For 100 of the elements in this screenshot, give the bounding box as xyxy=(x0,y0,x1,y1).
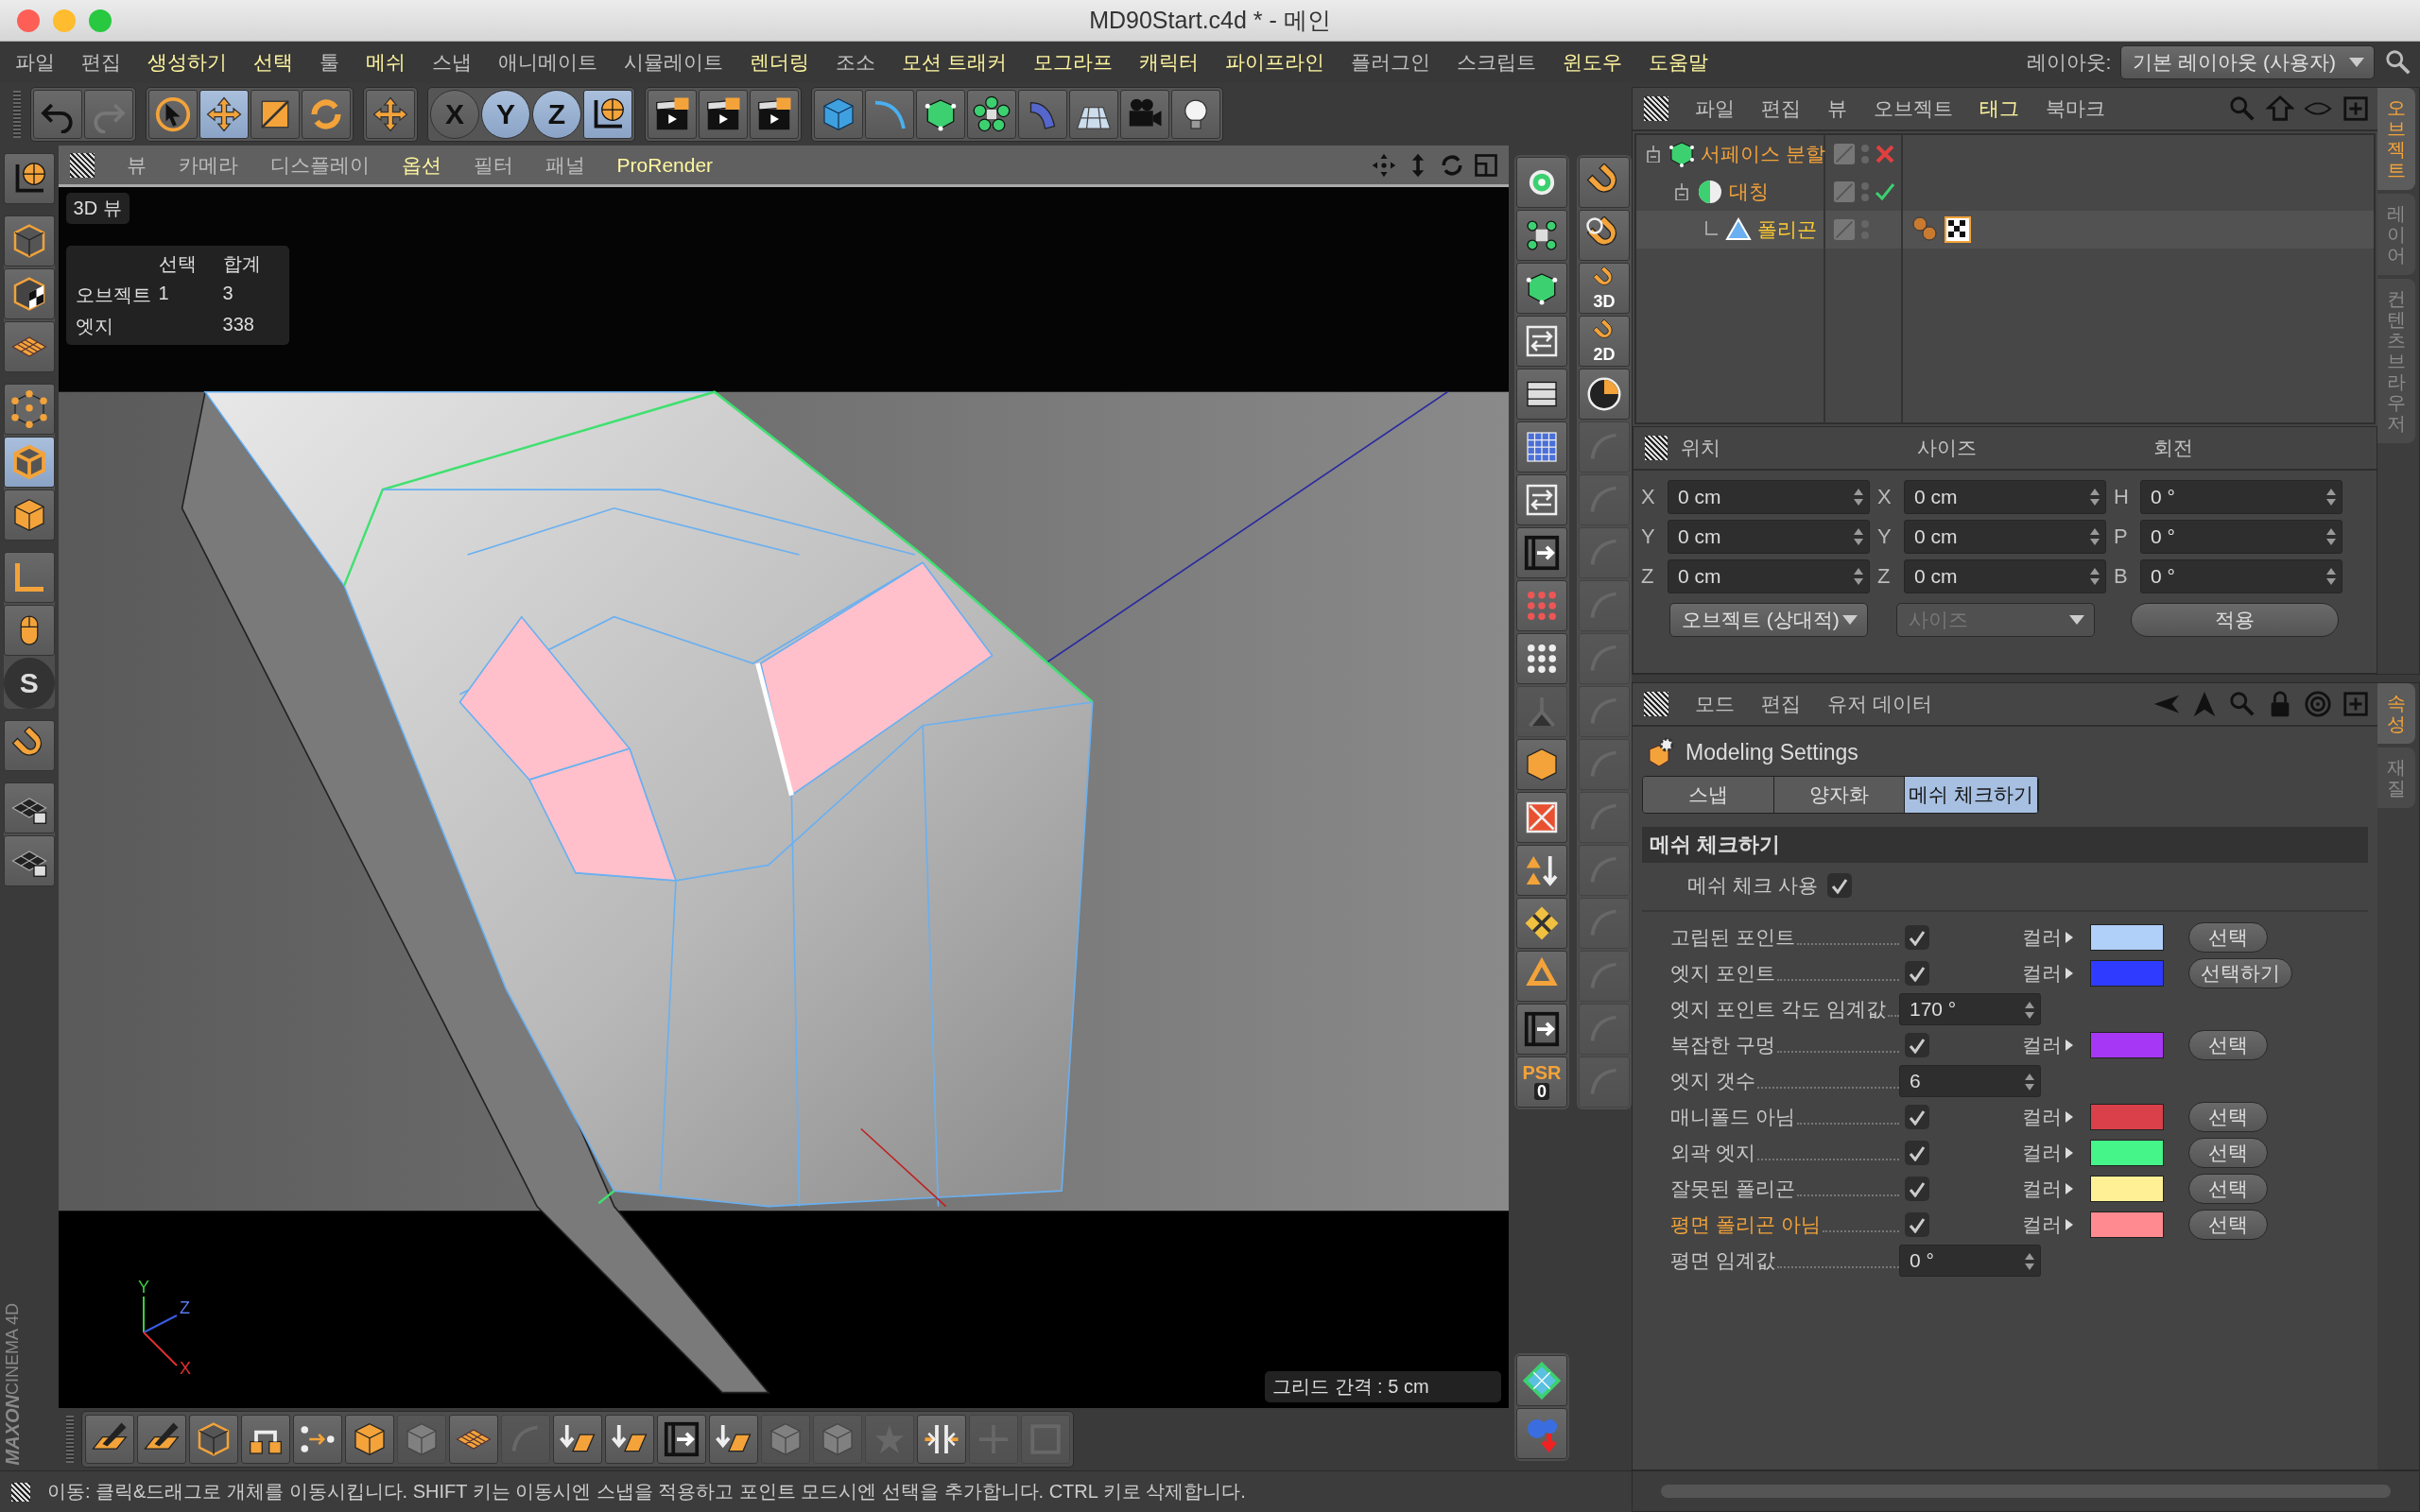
menu-item[interactable]: 애니메이트 xyxy=(498,49,597,76)
layout-dropdown[interactable]: 기본 레이아웃 (사용자) xyxy=(2120,45,2375,79)
select-button[interactable]: 선택 xyxy=(2188,922,2268,953)
menu-item[interactable]: 뷰 xyxy=(1827,95,1847,122)
number-field[interactable]: 0 cm xyxy=(1668,520,1870,554)
tool-button[interactable]: Z xyxy=(532,90,581,139)
color-label: 컬러 xyxy=(2022,1033,2062,1057)
color-label: 컬러 xyxy=(2022,1177,2062,1201)
menu-item[interactable]: 옵션 xyxy=(401,151,441,179)
menu-item[interactable]: 태그 xyxy=(1979,95,2019,122)
color-label: 컬러 xyxy=(2022,925,2062,950)
field-label: 엣지 포인트 각도 임계값 xyxy=(1670,997,1886,1022)
tool-button[interactable]: 2D xyxy=(1579,316,1630,367)
menu-item[interactable]: 선택 xyxy=(253,49,293,76)
side-tab[interactable]: 속성 xyxy=(2377,683,2415,744)
stats-label: 엣지 xyxy=(75,315,114,338)
stats-value: 3 xyxy=(222,283,234,305)
number-field[interactable]: 0 cm xyxy=(1904,480,2106,514)
tool-button[interactable]: PSR 0 xyxy=(1516,1057,1567,1108)
menu-item[interactable]: 유저 데이터 xyxy=(1827,691,1932,717)
field-label: 엣지 포인트 xyxy=(1670,961,1775,986)
menu-item[interactable]: 카메라 xyxy=(178,151,238,179)
field-label: 평면 임계값 xyxy=(1670,1248,1775,1273)
number-field[interactable]: 170 ° xyxy=(1899,993,2041,1025)
menu-item[interactable]: 패널 xyxy=(544,151,585,179)
menu-item[interactable]: 스냅 xyxy=(432,49,472,76)
field-label: 메쉬 체크 사용 xyxy=(1687,873,1818,898)
menu-item[interactable]: 파이프라인 xyxy=(1224,49,1324,76)
apply-button[interactable]: 적용 xyxy=(2131,603,2339,637)
menu-item[interactable]: 편집 xyxy=(1761,691,1801,717)
tab[interactable]: 스냅 xyxy=(1643,777,1774,813)
menu-item[interactable]: 뷰 xyxy=(126,151,147,179)
menu-item[interactable]: 윈도우 xyxy=(1562,49,1622,76)
axis-label: H xyxy=(2114,485,2130,509)
select-button[interactable]: 선택 xyxy=(2188,1030,2268,1060)
axis-label: X xyxy=(1877,485,1893,509)
mode-dropdown[interactable]: 오브젝트 (상대적) xyxy=(1669,603,1868,637)
menu-item[interactable]: 모드 xyxy=(1695,691,1735,717)
menu-item[interactable]: 파일 xyxy=(1695,95,1735,122)
select-button[interactable]: 선택하기 xyxy=(2188,958,2292,988)
number-field[interactable]: 0 ° xyxy=(1899,1245,2041,1277)
axis-label: Y xyxy=(1877,524,1893,549)
menu-item[interactable]: 툴 xyxy=(320,49,339,76)
menu-item[interactable]: 북마크 xyxy=(2046,95,2105,122)
number-field[interactable]: 0 ° xyxy=(2140,480,2342,514)
number-field[interactable]: 0 ° xyxy=(2140,520,2342,554)
menu-item[interactable]: 스크립트 xyxy=(1456,49,1536,76)
menu-item[interactable]: 도움말 xyxy=(1648,49,1708,76)
menu-item[interactable]: 디스플레이 xyxy=(269,151,370,179)
object-name[interactable]: 폴리곤 xyxy=(1757,216,1817,243)
tool-button[interactable]: S xyxy=(3,658,55,709)
number-field[interactable]: 6 xyxy=(1899,1065,2041,1097)
menu-item[interactable]: 편집 xyxy=(1761,95,1801,122)
tab[interactable]: 메쉬 체크하기 xyxy=(1905,777,2038,813)
axis-label: X xyxy=(179,1359,191,1378)
object-name[interactable]: 대칭 xyxy=(1729,179,1769,205)
number-field[interactable]: 0 cm xyxy=(1904,520,2106,554)
select-button[interactable]: 선택 xyxy=(2188,1138,2268,1168)
menu-item[interactable]: ProRender xyxy=(616,153,714,177)
menu-item[interactable]: 파일 xyxy=(15,49,55,76)
axis-label: Y xyxy=(137,1278,149,1297)
menu-item[interactable]: 시뮬레이트 xyxy=(624,49,723,76)
menu-item[interactable]: 모그라프 xyxy=(1032,49,1113,76)
menu-item[interactable]: 오브젝트 xyxy=(1874,95,1953,122)
menu-item[interactable]: 생성하기 xyxy=(147,49,227,76)
menu-item[interactable]: 플러그인 xyxy=(1350,49,1430,76)
tool-button[interactable]: Y xyxy=(481,90,530,139)
view-label: 3D 뷰 xyxy=(65,193,130,224)
stats-label: 오브젝트 xyxy=(75,284,151,307)
object-name[interactable]: 서페이스 분할 xyxy=(1701,141,1825,167)
column-header: 위치 xyxy=(1679,436,1721,460)
menu-item[interactable]: 편집 xyxy=(81,49,121,76)
menu-item[interactable]: 캐릭터 xyxy=(1138,49,1199,76)
tool-button[interactable]: X xyxy=(430,90,479,139)
stats-value: 1 xyxy=(158,283,170,305)
number-field[interactable]: 0 cm xyxy=(1668,559,1870,593)
menu-item[interactable]: 필터 xyxy=(473,151,513,179)
select-button[interactable]: 선택 xyxy=(2188,1174,2268,1204)
number-field[interactable]: 0 cm xyxy=(1904,559,2106,593)
tab[interactable]: 양자화 xyxy=(1773,777,1906,813)
field-label: 고립된 포인트 xyxy=(1670,925,1795,950)
tree-row[interactable]: 폴리곤 xyxy=(1636,211,2374,249)
stats-header: 선택 xyxy=(158,252,198,276)
stats-value: 338 xyxy=(222,314,255,336)
field-label: 평면 폴리곤 아님 xyxy=(1670,1212,1821,1237)
tool-button[interactable]: 3D xyxy=(1579,263,1630,314)
tree-row[interactable]: 서페이스 분할 xyxy=(1636,135,2374,173)
select-button[interactable]: 선택 xyxy=(2188,1210,2268,1240)
select-button[interactable]: 선택 xyxy=(2188,1102,2268,1132)
menu-item[interactable]: 렌더링 xyxy=(750,49,809,76)
side-tab[interactable]: 오브젝트 xyxy=(2377,88,2415,190)
column-header: 사이즈 xyxy=(1916,436,1978,460)
axis-label: B xyxy=(2114,564,2129,589)
number-field[interactable]: 0 ° xyxy=(2140,559,2342,593)
section-header: 메쉬 체크하기 xyxy=(1642,827,2368,863)
logo-text: MAXON xyxy=(2,1394,23,1465)
menu-item[interactable]: 조소 xyxy=(836,49,875,76)
menu-item[interactable]: 메쉬 xyxy=(366,49,406,76)
number-field[interactable]: 0 cm xyxy=(1668,480,1870,514)
menu-item[interactable]: 모션 트래커 xyxy=(902,49,1007,76)
